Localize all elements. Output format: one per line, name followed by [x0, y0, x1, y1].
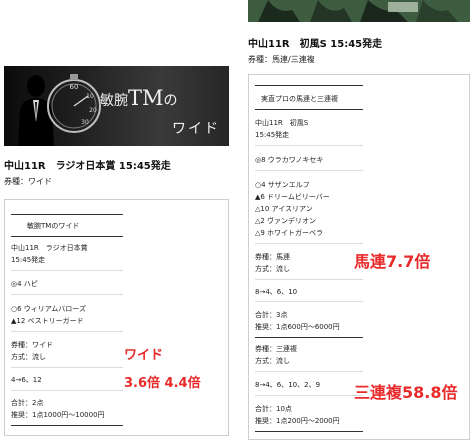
card-total-1: 合計：3点: [255, 311, 288, 319]
divider: [11, 294, 123, 295]
card-method-2: 方式：流し: [255, 357, 290, 365]
divider: [255, 279, 363, 280]
card-ticket-2: 券種：三連複: [255, 345, 297, 353]
left-race-title: 中山11R ラジオ日本賞 15:45発走: [4, 161, 171, 172]
card-recommend-2: 推奨：1点200円〜2000円: [255, 417, 340, 425]
card-combo: 4→6、12: [11, 376, 42, 384]
right-ticket-type: 券種：馬連/三連複: [248, 55, 315, 64]
banner-title-tm: TM: [128, 86, 164, 110]
divider: [255, 431, 363, 432]
divider: [11, 214, 123, 215]
wide-odds-overlay: 3.6倍 4.4倍: [124, 376, 201, 391]
pick-2: ○4 サザンエルフ: [255, 181, 310, 189]
stopwatch-icon: 60 10 20 30: [47, 74, 101, 133]
race-photo: [248, 0, 470, 22]
divider: [11, 236, 123, 237]
divider: [255, 170, 363, 171]
left-prediction-card: 敏腕TMのワイド 中山11R ラジオ日本賞 15:45発走 ◎4 ハピ ○6 ウ…: [4, 199, 229, 436]
card-header: 実直プロの馬連と三連複: [261, 95, 338, 103]
card-combo-2: 8→4、6、10、2、9: [255, 381, 321, 389]
divider: [11, 390, 123, 391]
pick-3: ▲6 ドリームビリーバー: [255, 193, 330, 201]
divider: [255, 371, 363, 372]
tm-wide-banner: 60 10 20 30 敏腕TMの ワイド: [4, 66, 229, 146]
card-method: 方式：流し: [11, 353, 46, 361]
banner-title: 敏腕TMの: [100, 86, 178, 110]
right-race-title: 中山11R 初風S 15:45発走: [248, 39, 383, 50]
card-header: 敏腕TMのワイド: [27, 222, 80, 230]
svg-text:60: 60: [70, 83, 79, 91]
umaren-odds-overlay: 馬連7.7倍: [354, 252, 431, 271]
divider: [11, 331, 123, 332]
divider: [255, 243, 363, 244]
wide-label-overlay: ワイド: [124, 348, 164, 363]
divider: [11, 425, 123, 426]
card-race: 中山11R 初風S: [255, 119, 309, 127]
divider: [255, 337, 363, 338]
svg-text:20: 20: [89, 107, 97, 114]
divider: [255, 395, 363, 396]
divider: [11, 367, 123, 368]
card-ticket-1: 券種：馬連: [255, 253, 290, 261]
banner-title-prefix: 敏腕: [100, 93, 128, 109]
svg-text:30: 30: [81, 119, 89, 126]
pick-3: ▲12 ベストリーガード: [11, 317, 84, 325]
pick-1: ◎8 ウラカワノキセキ: [255, 156, 324, 164]
pick-4: △10 アイスリアン: [255, 205, 313, 213]
pick-1: ◎4 ハピ: [11, 280, 38, 288]
divider: [255, 145, 363, 146]
card-recommend-1: 推奨：1点600円〜6000円: [255, 323, 340, 331]
pick-5: △2 ヴァンデリオン: [255, 217, 317, 225]
card-recommend: 推奨：1点1000円〜10000円: [11, 411, 105, 419]
card-time: 15:45発走: [11, 256, 46, 264]
card-combo-1: 8→4、6、10: [255, 288, 298, 296]
card-method-1: 方式：流し: [255, 265, 290, 273]
divider: [11, 270, 123, 271]
pick-6: △9 ホワイトガーベラ: [255, 229, 324, 237]
card-race: 中山11R ラジオ日本賞: [11, 244, 88, 252]
card-ticket: 券種：ワイド: [11, 341, 53, 349]
left-ticket-type: 券種：ワイド: [4, 177, 52, 186]
divider: [255, 109, 363, 110]
pick-2: ○6 ウィリアムバローズ: [11, 305, 86, 313]
divider: [255, 301, 363, 302]
divider: [255, 85, 363, 86]
banner-title-no: の: [163, 93, 178, 109]
banner-subtitle: ワイド: [172, 121, 220, 137]
card-total-2: 合計：10点: [255, 405, 292, 413]
card-time: 15:45発走: [255, 131, 290, 139]
horses-image-icon: [248, 0, 470, 22]
card-total: 合計：2点: [11, 399, 44, 407]
sanrenpuku-odds-overlay: 三連複58.8倍: [354, 383, 458, 402]
